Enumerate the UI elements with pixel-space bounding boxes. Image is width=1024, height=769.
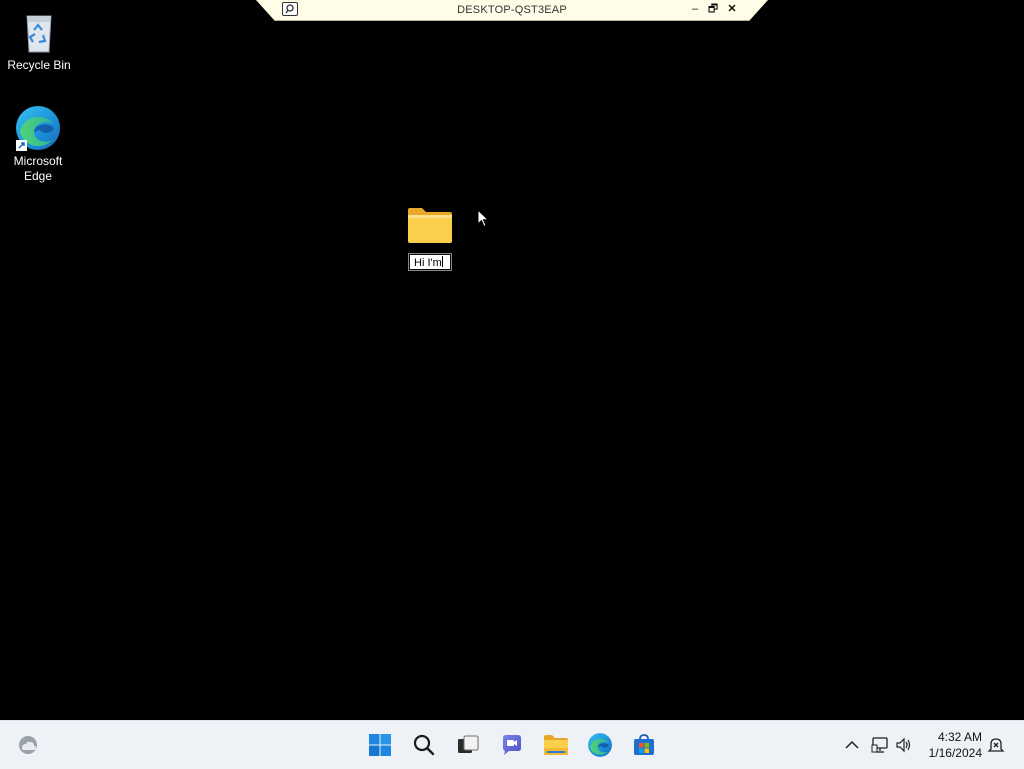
- close-button[interactable]: ✕: [724, 1, 740, 17]
- store-button[interactable]: [628, 729, 660, 761]
- network-button[interactable]: [870, 735, 890, 755]
- chat-button[interactable]: [496, 729, 528, 761]
- widgets-button[interactable]: [12, 729, 44, 761]
- weather-icon: [19, 736, 37, 754]
- edge-icon: [588, 733, 612, 757]
- network-icon: [871, 737, 888, 753]
- file-explorer-button[interactable]: [540, 729, 572, 761]
- minimize-button[interactable]: –: [687, 1, 703, 17]
- desktop-icon-label: Recycle Bin: [7, 58, 71, 72]
- clock-time: 4:32 AM: [937, 730, 982, 744]
- mouse-cursor-icon: [477, 209, 489, 228]
- notification-center-button[interactable]: [986, 735, 1006, 755]
- notification-icon: [987, 738, 1005, 752]
- volume-button[interactable]: [894, 735, 914, 755]
- folder-rename-input[interactable]: Hi I'm: [408, 253, 452, 271]
- start-button[interactable]: [364, 729, 396, 761]
- text-caret: [441, 256, 443, 267]
- file-explorer-icon: [544, 735, 568, 755]
- desktop-icon-recycle-bin[interactable]: Recycle Bin: [3, 8, 75, 73]
- clock-date: 1/16/2024: [928, 746, 982, 760]
- remote-connection-bar: DESKTOP-QST3EAP – 🗗 ✕: [256, 0, 768, 21]
- volume-icon: [896, 737, 911, 753]
- rename-input-text: Hi I'm: [414, 257, 442, 269]
- desktop-icon-microsoft-edge[interactable]: Microsoft Edge: [2, 104, 74, 184]
- search-button[interactable]: [408, 729, 440, 761]
- task-view-icon: [458, 735, 479, 753]
- restore-button[interactable]: 🗗: [705, 1, 721, 17]
- edge-taskbar-button[interactable]: [584, 729, 616, 761]
- search-icon: [413, 734, 435, 756]
- show-hidden-icons-button[interactable]: [842, 735, 862, 755]
- clock[interactable]: 4:32 AM 1/16/2024: [929, 729, 982, 761]
- folder-icon: [408, 208, 452, 243]
- task-view-button[interactable]: [452, 729, 484, 761]
- chat-icon: [503, 735, 521, 755]
- store-icon: [634, 734, 654, 755]
- new-folder-icon[interactable]: [406, 206, 454, 246]
- recycle-bin-icon: [15, 8, 63, 56]
- chevron-up-icon: [845, 740, 859, 749]
- edge-icon: [14, 104, 62, 152]
- start-icon: [369, 734, 391, 756]
- desktop-icon-label: Microsoft Edge: [13, 154, 63, 183]
- taskbar: 4:32 AM 1/16/2024: [0, 720, 1024, 769]
